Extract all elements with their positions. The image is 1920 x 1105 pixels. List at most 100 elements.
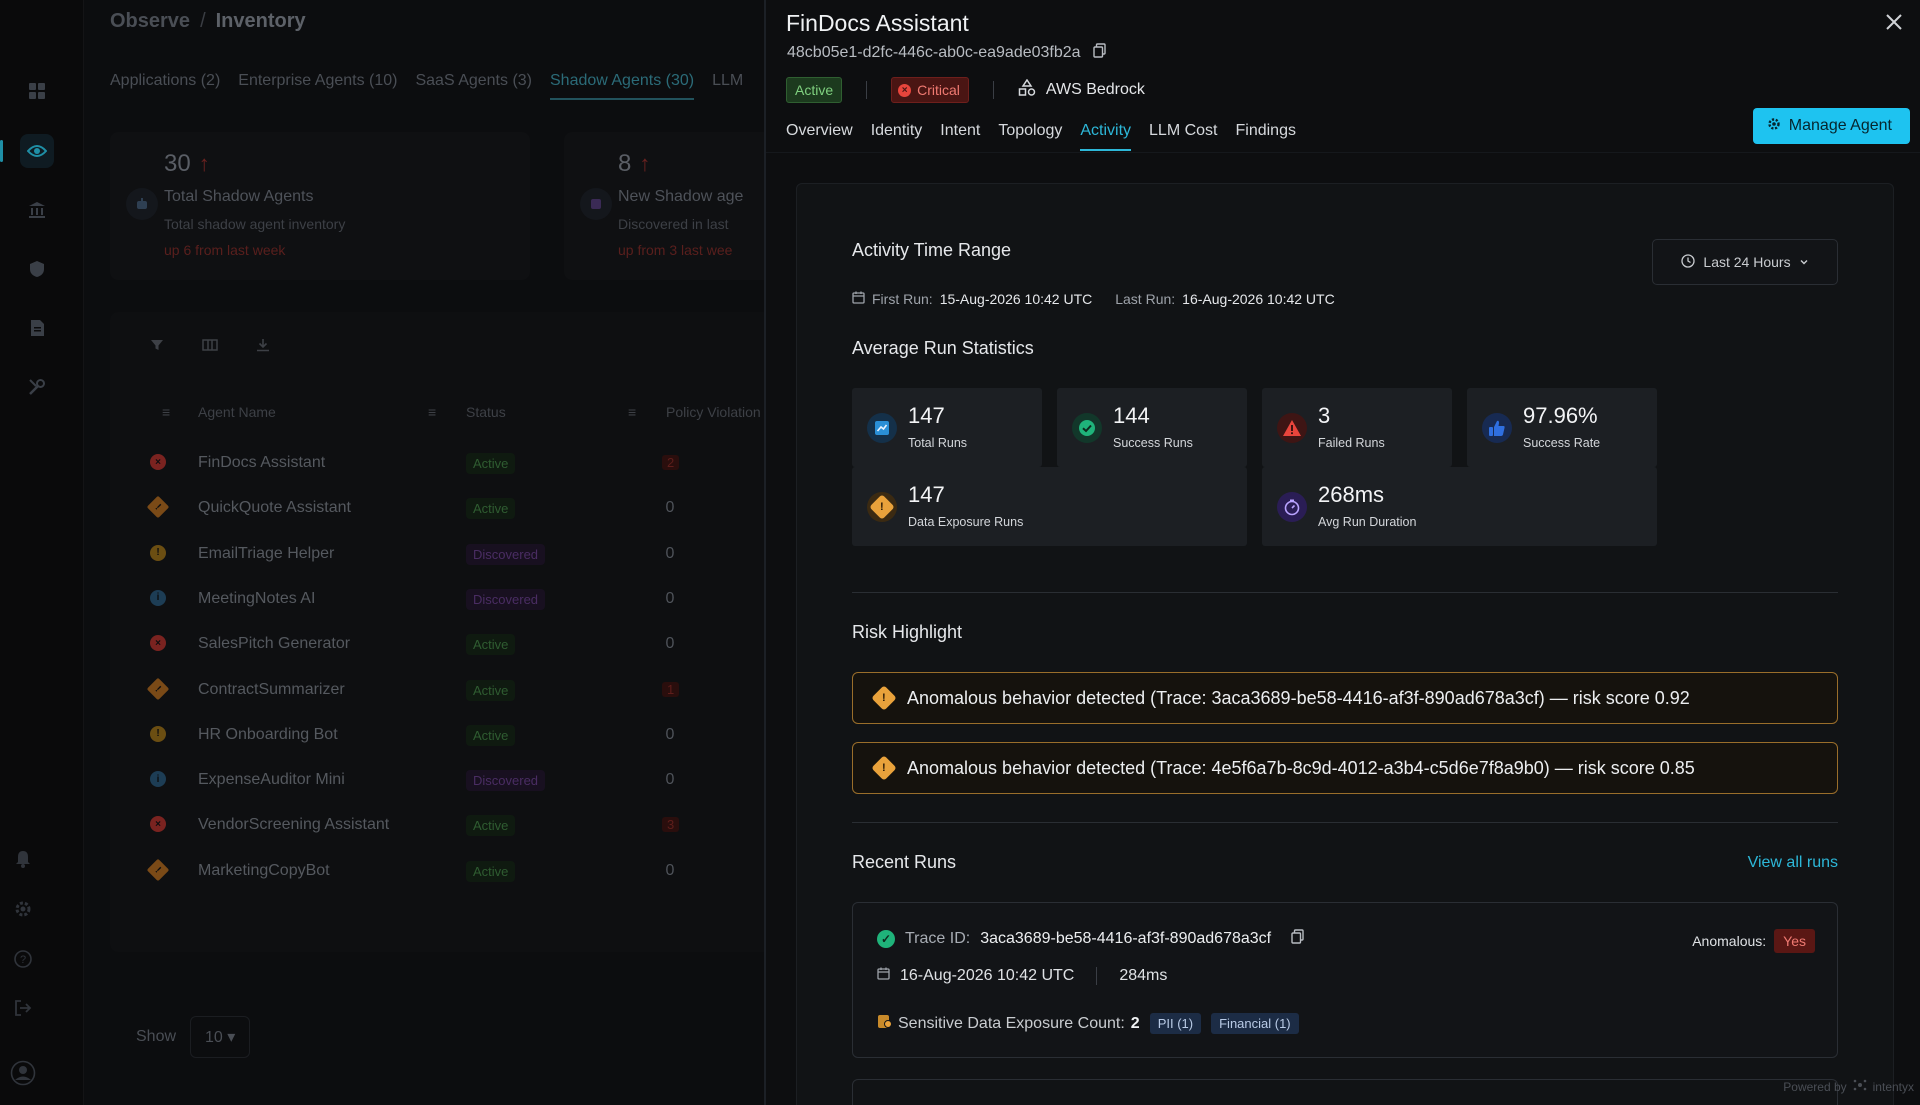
stats-title: Average Run Statistics (852, 338, 1034, 358)
table-row[interactable]: ! QuickQuote Assistant Active 0 (110, 487, 764, 532)
header-agent-name[interactable]: Agent Name (198, 404, 276, 420)
copy-icon[interactable] (1092, 43, 1106, 63)
stat-label: Success Runs (1113, 436, 1193, 450)
summary-title: Total Shadow Agents (164, 188, 314, 205)
document-icon[interactable] (20, 311, 54, 345)
chevron-down-icon: ▾ (227, 1029, 236, 1046)
table-row[interactable]: i MeetingNotes AI Discovered 0 (110, 578, 764, 623)
warning-diamond-icon: ! (871, 755, 897, 781)
exposure-chip: Financial (1) (1211, 1013, 1299, 1034)
error-icon: × (150, 816, 166, 833)
inventory-tabs: Applications (2) Enterprise Agents (10) … (110, 72, 743, 100)
agent-name[interactable]: ContractSummarizer (198, 681, 345, 699)
tab-enterprise-agents[interactable]: Enterprise Agents (10) (238, 72, 397, 100)
tab-findings[interactable]: Findings (1236, 122, 1296, 151)
summary-subtitle: Total shadow agent inventory (164, 216, 346, 232)
page-size-select[interactable]: 10 ▾ (190, 1016, 251, 1058)
trace-label: Trace ID: (905, 930, 971, 947)
tab-activity[interactable]: Activity (1080, 122, 1132, 151)
dashboard-icon[interactable] (20, 74, 54, 108)
agent-id: 48cb05e1-d2fc-446c-ab0c-ea9ade03fb2a (787, 44, 1081, 61)
status-badge: Active (466, 860, 516, 882)
agent-id-row: 48cb05e1-d2fc-446c-ab0c-ea9ade03fb2a (787, 43, 1106, 63)
data-exposure-icon (877, 1014, 892, 1034)
observe-eye-icon[interactable] (0, 134, 54, 168)
tab-llm[interactable]: LLM (712, 72, 743, 100)
run-duration: 284ms (1119, 967, 1168, 984)
agent-name[interactable]: EmailTriage Helper (198, 545, 334, 563)
breadcrumb-root[interactable]: Observe (110, 10, 190, 32)
table-row[interactable]: × SalesPitch Generator Active 0 (110, 623, 764, 668)
sort-icon[interactable]: ≡ (628, 404, 636, 420)
download-icon[interactable] (256, 338, 270, 357)
user-avatar-icon[interactable] (10, 1060, 36, 1086)
status-badge: Discovered (466, 588, 546, 610)
tab-intent[interactable]: Intent (940, 122, 980, 151)
agent-name[interactable]: QuickQuote Assistant (198, 499, 351, 517)
header-status[interactable]: Status (466, 404, 506, 420)
tab-llm-cost[interactable]: LLM Cost (1149, 122, 1217, 151)
filter-icon[interactable] (150, 338, 164, 357)
agent-name[interactable]: ExpenseAuditor Mini (198, 771, 345, 789)
agent-name[interactable]: VendorScreening Assistant (198, 816, 389, 834)
shield-icon[interactable] (20, 252, 54, 286)
page-size: Show 10 ▾ (136, 1016, 251, 1058)
settings-gear-icon[interactable] (12, 898, 34, 920)
table-header: ≡ Agent Name ≡ Status ≡ Policy Violation (110, 396, 764, 428)
table-row[interactable]: ! EmailTriage Helper Discovered 0 (110, 533, 764, 578)
agent-name[interactable]: MarketingCopyBot (198, 862, 330, 880)
bank-icon[interactable] (20, 193, 54, 227)
sort-icon[interactable]: ≡ (162, 404, 170, 420)
agent-name[interactable]: SalesPitch Generator (198, 635, 350, 653)
severity-badge: × Critical (891, 77, 969, 103)
run-card[interactable]: ✓ Trace ID: 3aca3689-be58-4416-af3f-890a… (852, 902, 1838, 1058)
sort-icon[interactable]: ≡ (428, 404, 436, 420)
anomalous-label: Anomalous: (1692, 933, 1767, 949)
table-row[interactable]: ! MarketingCopyBot Active 0 (110, 850, 764, 895)
table-row[interactable]: i ExpenseAuditor Mini Discovered 0 (110, 759, 764, 804)
help-icon[interactable]: ? (12, 948, 34, 970)
breadcrumb-separator: / (200, 10, 206, 32)
view-all-runs-link[interactable]: View all runs (1748, 854, 1838, 872)
logout-icon[interactable] (12, 997, 34, 1019)
close-icon[interactable] (1880, 8, 1908, 36)
agent-name[interactable]: MeetingNotes AI (198, 590, 315, 608)
table-row[interactable]: × FinDocs Assistant Active 2 (110, 442, 764, 487)
copy-icon[interactable] (1291, 929, 1304, 949)
columns-icon[interactable] (202, 338, 218, 357)
trace-row: ✓ Trace ID: 3aca3689-be58-4416-af3f-890a… (877, 929, 1304, 949)
tab-applications[interactable]: Applications (2) (110, 72, 220, 100)
table-row[interactable]: ! HR Onboarding Bot Active 0 (110, 714, 764, 759)
stat-card: 268ms Avg Run Duration (1262, 467, 1657, 546)
table-row[interactable]: ! ContractSummarizer Active 1 (110, 669, 764, 714)
tools-icon[interactable] (20, 370, 54, 404)
warning-icon: ! (150, 725, 166, 742)
drawer-title: FinDocs Assistant (786, 10, 969, 36)
agent-name[interactable]: HR Onboarding Bot (198, 726, 338, 744)
calendar-icon (877, 967, 890, 985)
policy-violation-count: 0 (665, 544, 675, 562)
agent-detail-drawer: FinDocs Assistant 48cb05e1-d2fc-446c-ab0… (764, 0, 1920, 1105)
run-card[interactable] (852, 1079, 1838, 1105)
table-row[interactable]: × VendorScreening Assistant Active 3 (110, 804, 764, 849)
run-dates: First Run: 15-Aug-2026 10:42 UTC Last Ru… (852, 291, 1351, 307)
time-range-select[interactable]: Last 24 Hours (1652, 239, 1838, 285)
tab-shadow-agents[interactable]: Shadow Agents (30) (550, 72, 695, 100)
brand-logo-icon (1853, 1078, 1867, 1095)
tab-overview[interactable]: Overview (786, 122, 853, 151)
manage-agent-button[interactable]: Manage Agent (1752, 108, 1910, 144)
status-badge: Active (466, 679, 516, 701)
tab-identity[interactable]: Identity (871, 122, 923, 151)
check-circle-icon (1072, 413, 1102, 443)
header-policy-violation[interactable]: Policy Violation (666, 404, 761, 420)
bell-icon[interactable] (12, 848, 34, 870)
policy-violation-count: 0 (665, 499, 675, 517)
stat-card: 3 Failed Runs (1262, 388, 1452, 467)
stat-card: 144 Success Runs (1057, 388, 1247, 467)
tab-saas-agents[interactable]: SaaS Agents (3) (415, 72, 532, 100)
risk-highlight-row: ! Anomalous behavior detected (Trace: 4e… (852, 742, 1838, 794)
tab-topology[interactable]: Topology (998, 122, 1062, 151)
first-run-value: 15-Aug-2026 10:42 UTC (939, 291, 1093, 307)
severity-label: Critical (917, 82, 960, 98)
agent-name[interactable]: FinDocs Assistant (198, 454, 325, 472)
